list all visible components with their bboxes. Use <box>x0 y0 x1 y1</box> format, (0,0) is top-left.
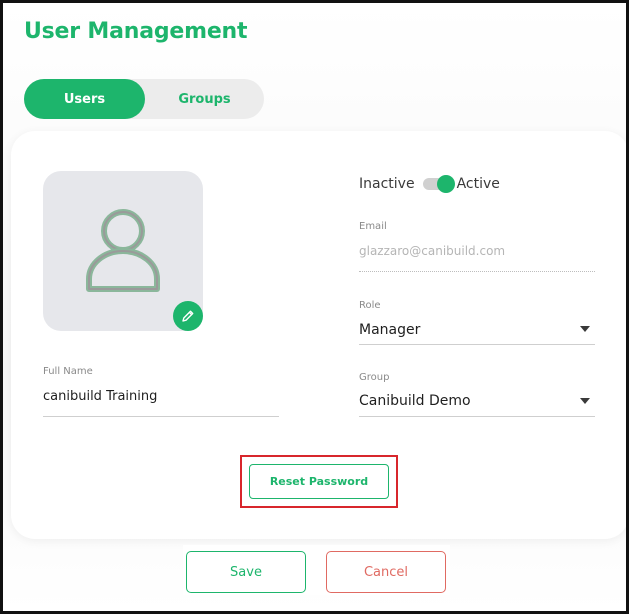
user-placeholder-icon <box>86 209 160 292</box>
email-field[interactable]: glazzaro@canibuild.com <box>359 244 505 258</box>
edit-avatar-button[interactable] <box>173 301 203 331</box>
active-toggle[interactable] <box>422 175 455 193</box>
role-label: Role <box>359 300 381 311</box>
full-name-label: Full Name <box>43 366 93 377</box>
toggle-knob <box>436 175 455 193</box>
cancel-button[interactable]: Cancel <box>326 551 446 593</box>
reset-password-button[interactable]: Reset Password <box>249 464 389 499</box>
save-button[interactable]: Save <box>186 551 306 593</box>
page-title: User Management <box>24 19 248 44</box>
group-chevron-down-icon[interactable] <box>580 398 590 404</box>
full-name-underline <box>43 416 279 417</box>
role-chevron-down-icon[interactable] <box>580 326 590 332</box>
group-select[interactable]: Canibuild Demo <box>359 393 471 409</box>
email-label: Email <box>359 221 387 232</box>
role-select[interactable]: Manager <box>359 322 420 338</box>
full-name-field[interactable]: canibuild Training <box>43 389 157 404</box>
group-underline <box>359 416 595 417</box>
status-toggle-row: Inactive Active <box>359 174 500 194</box>
tab-switcher: Users Groups <box>24 79 264 119</box>
tab-groups[interactable]: Groups <box>145 79 264 119</box>
role-underline <box>359 344 595 345</box>
email-underline <box>359 271 595 272</box>
inactive-label: Inactive <box>359 176 415 192</box>
group-label: Group <box>359 372 390 383</box>
pencil-icon <box>182 310 194 322</box>
tab-users[interactable]: Users <box>24 79 145 119</box>
app-window: User Management Users Groups Full Name c… <box>0 0 629 614</box>
active-label: Active <box>456 176 500 192</box>
